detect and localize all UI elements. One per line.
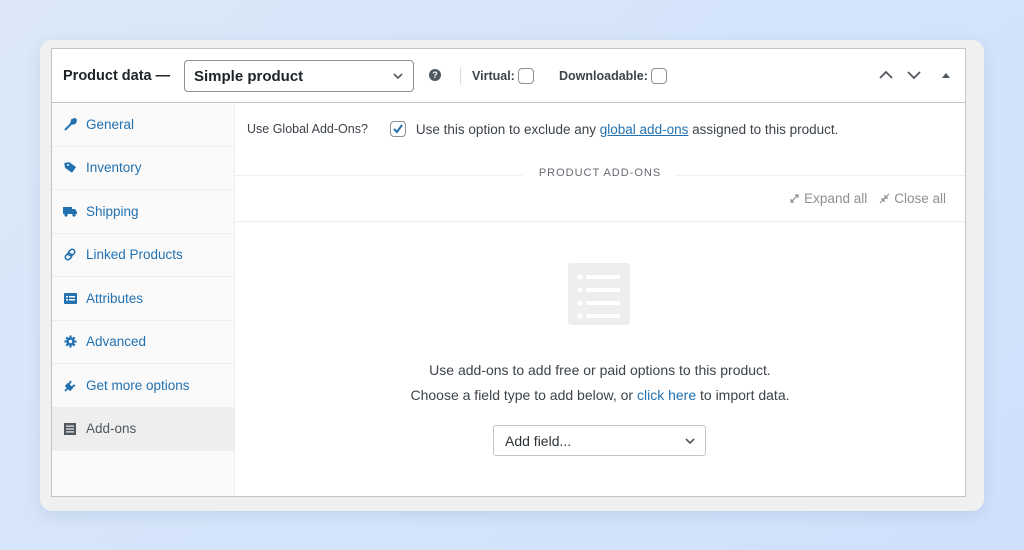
tag-icon [63, 161, 77, 175]
add-field-select[interactable]: Add field... [493, 425, 706, 456]
product-type-value: Simple product [194, 67, 304, 85]
empty-state-message: Use add-ons to add free or paid options … [235, 358, 965, 408]
add-field-value: Add field... [505, 432, 572, 449]
tab-label: Advanced [86, 334, 147, 350]
panel-header: Product data — Simple product ? Virtual:… [52, 49, 965, 103]
toolbar-divider [235, 221, 965, 222]
close-all-button[interactable]: Close all [879, 191, 946, 206]
tab-add-ons[interactable]: Add-ons [52, 407, 234, 451]
tab-label: Inventory [86, 160, 142, 176]
empty-line-2: Choose a field type to add below, or cli… [235, 383, 965, 408]
triangle-up-icon [942, 73, 950, 78]
import-link[interactable]: click here [637, 387, 696, 403]
downloadable-label: Downloadable: [559, 69, 648, 83]
tab-inventory[interactable]: Inventory [52, 147, 234, 190]
panel-title: Product data — [63, 67, 171, 84]
gear-icon [63, 335, 77, 349]
truck-icon [63, 204, 77, 218]
expand-icon [790, 194, 799, 203]
tab-general[interactable]: General [52, 103, 234, 147]
close-all-label: Close all [894, 191, 946, 206]
tab-attributes[interactable]: Attributes [52, 277, 234, 321]
tab-linked-products[interactable]: Linked Products [52, 234, 234, 277]
expand-all-button[interactable]: Expand all [789, 191, 867, 206]
product-data-tabs: General Inventory Shipping Linked Produc… [52, 103, 235, 496]
plugin-icon [63, 378, 77, 392]
virtual-checkbox-label[interactable]: Virtual: [472, 68, 534, 84]
screenshot-frame: Product data — Simple product ? Virtual:… [40, 40, 984, 511]
tab-shipping[interactable]: Shipping [52, 190, 234, 234]
move-up-button[interactable] [878, 68, 896, 84]
tab-label: Get more options [86, 377, 190, 393]
global-add-ons-row: Use Global Add-Ons? Use this option to e… [247, 121, 965, 137]
product-type-select[interactable]: Simple product [184, 60, 414, 92]
empty-line-1: Use add-ons to add free or paid options … [429, 362, 771, 378]
downloadable-checkbox[interactable] [650, 68, 667, 84]
global-add-ons-label: Use Global Add-Ons? [247, 122, 368, 136]
chevron-down-icon [685, 438, 695, 445]
product-data-panel: Product data — Simple product ? Virtual:… [51, 48, 966, 497]
wrench-icon [63, 117, 77, 131]
collapse-icon [879, 193, 890, 204]
add-ons-panel: Use Global Add-Ons? Use this option to e… [235, 103, 965, 496]
chevron-down-icon [393, 73, 403, 80]
checkmark-icon [393, 124, 403, 134]
tab-label: General [86, 116, 135, 132]
tab-get-more-options[interactable]: Get more options [52, 364, 234, 408]
desc-text: assigned to this product. [688, 121, 839, 137]
global-add-ons-link[interactable]: global add-ons [600, 122, 689, 137]
desc-text: Use this option to exclude any [415, 121, 600, 137]
link-icon [63, 248, 77, 262]
divider [460, 67, 461, 85]
virtual-checkbox[interactable] [517, 68, 534, 84]
tab-advanced[interactable]: Advanced [52, 321, 234, 364]
list-placeholder-icon [568, 263, 630, 325]
tab-label: Shipping [86, 203, 139, 219]
tab-label: Linked Products [86, 247, 183, 263]
empty-text: to import data. [696, 387, 790, 403]
global-add-ons-description: Use this option to exclude any global ad… [416, 122, 839, 137]
tab-label: Add-ons [86, 421, 137, 437]
empty-text: Choose a field type to add below, or [410, 387, 637, 403]
virtual-label: Virtual: [472, 69, 515, 83]
downloadable-checkbox-label[interactable]: Downloadable: [559, 68, 667, 84]
chevron-up-icon [879, 70, 893, 79]
add-ons-toolbar: Expand all Close all [789, 191, 946, 206]
question-circle-icon[interactable]: ? [429, 69, 441, 81]
global-add-ons-checkbox[interactable] [389, 121, 406, 137]
list-card-icon [63, 291, 77, 305]
expand-all-label: Expand all [804, 191, 868, 206]
toggle-panel-button[interactable] [940, 68, 958, 84]
list-icon [63, 422, 77, 436]
move-down-button[interactable] [906, 68, 924, 84]
chevron-down-icon [907, 71, 921, 80]
section-title: PRODUCT ADD-ONS [522, 167, 678, 179]
tab-label: Attributes [86, 290, 144, 306]
